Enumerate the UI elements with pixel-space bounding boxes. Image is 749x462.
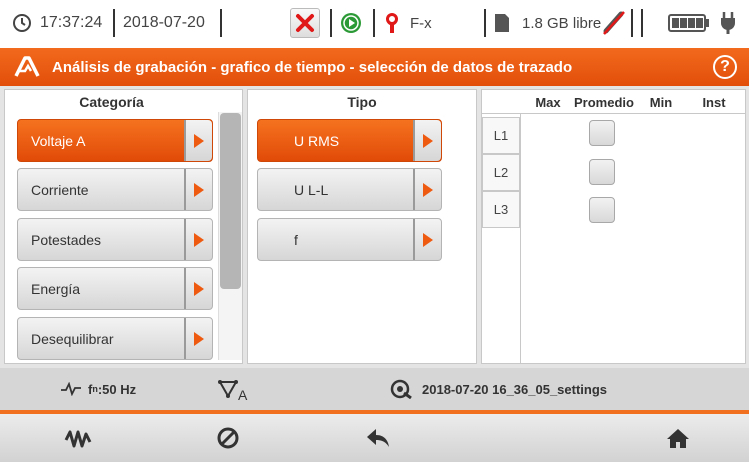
sonel-logo-icon <box>14 56 40 78</box>
tipo-item-f[interactable]: f <box>257 218 442 261</box>
values-table: Max Promedio Min Inst L1 L2 L3 <box>481 89 746 364</box>
waveform-button[interactable] <box>48 414 108 462</box>
arrow-right-icon[interactable] <box>413 120 441 161</box>
usb-icon <box>601 9 627 37</box>
bottom-toolbar <box>0 414 749 462</box>
usb-status <box>601 0 627 46</box>
categoria-item-desequilibrar[interactable]: Desequilibrar <box>17 317 213 360</box>
title-bar: Análisis de grabación - grafico de tiemp… <box>0 48 749 86</box>
divider <box>520 114 521 363</box>
cancel-recording-button[interactable] <box>290 0 320 46</box>
list-item-label: Potestades <box>31 231 102 248</box>
list-item-label: Corriente <box>31 181 89 198</box>
divider <box>373 9 375 37</box>
scrollbar-thumb[interactable] <box>220 113 241 289</box>
row-label-l3: L3 <box>482 191 520 228</box>
battery-icon <box>668 14 710 32</box>
list-item-label: Voltaje A <box>31 132 86 149</box>
column-header-inst: Inst <box>702 94 726 110</box>
checkbox-promedio-l1[interactable] <box>589 120 615 146</box>
clock-icon <box>12 13 32 33</box>
page-title: Análisis de grabación - grafico de tiemp… <box>52 58 573 76</box>
home-button[interactable] <box>648 414 708 462</box>
row-label-l2: L2 <box>482 154 520 191</box>
checkbox-promedio-l3[interactable] <box>589 197 615 223</box>
tipo-heading: Tipo <box>347 94 377 110</box>
clamp-label: F-x <box>410 14 432 32</box>
arrow-right-icon[interactable] <box>184 219 212 260</box>
column-header-min: Min <box>649 94 673 110</box>
sd-card-icon <box>494 13 510 33</box>
divider <box>484 9 486 37</box>
waveform-graph-icon <box>64 428 92 448</box>
settings-info: 2018-07-20 16_36_05_settings <box>390 368 607 410</box>
list-item-label: Energía <box>31 280 81 297</box>
categoria-item-corriente[interactable]: Corriente <box>17 168 213 211</box>
power-status <box>720 0 736 46</box>
categoria-item-potestades[interactable]: Potestades <box>17 218 213 261</box>
list-item-label: Desequilibrar <box>31 330 114 347</box>
arrow-right-icon[interactable] <box>413 169 441 210</box>
status-date: 2018-07-20 <box>123 14 205 31</box>
list-item-label: f <box>294 231 298 248</box>
categoria-item-voltaje[interactable]: Voltaje A <box>17 119 213 162</box>
power-plug-icon <box>720 11 736 35</box>
waveform-icon <box>60 382 82 396</box>
clamp-status: F-x <box>384 0 432 46</box>
help-button[interactable]: ? <box>713 55 737 79</box>
categoria-item-energia[interactable]: Energía <box>17 267 213 310</box>
memory-status: 1.8 GB libre <box>494 0 601 46</box>
frequency-info: f n:50 Hz <box>60 368 136 410</box>
categoria-scrollbar[interactable] <box>218 112 242 360</box>
clamp-icon <box>384 11 400 35</box>
settings-file-icon <box>390 379 412 399</box>
arrow-right-icon[interactable] <box>184 120 212 161</box>
divider <box>330 9 332 37</box>
status-time: 17:37:24 <box>40 14 103 31</box>
back-button[interactable] <box>348 414 408 462</box>
settings-name: 2018-07-20 16_36_05_settings <box>422 381 608 397</box>
prohibited-icon <box>216 426 240 450</box>
network-config-subscript: A <box>238 387 248 403</box>
tipo-item-ull[interactable]: U L-L <box>257 168 442 211</box>
column-header-promedio: Promedio <box>574 94 634 110</box>
arrow-right-icon[interactable] <box>184 268 212 309</box>
status-bar: 17:37:24 2018-07-20 F-x 1.8 GB libre <box>0 0 749 46</box>
list-item-label: U RMS <box>294 132 340 149</box>
tipo-panel: Tipo U RMS U L-L f <box>247 89 477 364</box>
network-config-info: A <box>218 368 247 410</box>
list-item-label: U L-L <box>294 181 329 198</box>
frequency-value: :50 Hz <box>97 381 137 397</box>
memory-free: 1.8 GB libre <box>522 14 602 32</box>
info-bar: f n:50 Hz A 2018-07-20 16_36_05_settings <box>0 368 749 410</box>
divider <box>631 9 633 37</box>
arrow-right-icon[interactable] <box>184 318 212 359</box>
home-icon <box>666 427 690 449</box>
main-area: Categoría Voltaje A Corriente Potestades… <box>0 86 749 368</box>
row-label-l1: L1 <box>482 117 520 154</box>
back-arrow-icon <box>365 427 391 449</box>
arrow-right-icon[interactable] <box>413 219 441 260</box>
clear-selection-button[interactable] <box>198 414 258 462</box>
categoria-panel: Categoría Voltaje A Corriente Potestades… <box>4 89 243 364</box>
divider <box>641 9 643 37</box>
divider <box>220 9 222 37</box>
clock: 17:37:24 <box>12 0 102 46</box>
column-header-max: Max <box>535 94 561 110</box>
checkbox-promedio-l2[interactable] <box>589 159 615 185</box>
help-icon: ? <box>720 58 730 75</box>
recording-status <box>340 0 362 46</box>
arrow-right-icon[interactable] <box>184 169 212 210</box>
cancel-recording-icon <box>290 8 320 38</box>
network-config-icon <box>218 380 238 398</box>
categoria-heading: Categoría <box>79 94 144 110</box>
divider <box>113 9 115 37</box>
play-icon <box>340 12 362 34</box>
tipo-item-urms[interactable]: U RMS <box>257 119 442 162</box>
battery-status <box>668 0 710 46</box>
